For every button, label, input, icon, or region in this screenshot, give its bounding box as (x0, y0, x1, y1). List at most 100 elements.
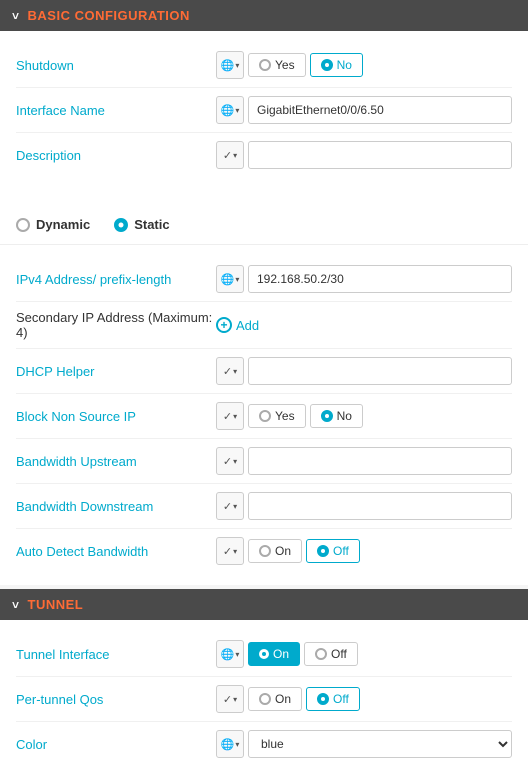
auto-detect-on-label: On (275, 544, 291, 558)
tunnel-chevron[interactable]: ˅ (12, 598, 20, 612)
chevron-down-icon-8: ▾ (233, 502, 237, 511)
dynamic-radio (16, 218, 30, 232)
block-non-source-row: Block Non Source IP ✓ ▾ Yes No (16, 394, 512, 439)
chevron-down-icon-6: ▾ (233, 412, 237, 421)
per-tunnel-qos-label: Per-tunnel Qos (16, 692, 216, 707)
tunnel-on-radio (259, 649, 269, 659)
shutdown-controls: 🌐 ▾ Yes No (216, 51, 512, 79)
globe-icon-2: 🌐 (221, 104, 235, 117)
tunnel-interface-controls: 🌐 ▾ On Off (216, 640, 512, 668)
per-tunnel-off-radio (317, 693, 329, 705)
per-tunnel-off-label: Off (333, 692, 349, 706)
tunnel-interface-globe-btn[interactable]: 🌐 ▾ (216, 640, 244, 668)
per-tunnel-qos-controls: ✓ ▾ On Off (216, 685, 512, 713)
tunnel-body: Tunnel Interface 🌐 ▾ On Off Per-tunnel Q… (0, 620, 528, 778)
interface-globe-btn[interactable]: 🌐 ▾ (216, 96, 244, 124)
auto-detect-check-btn[interactable]: ✓ ▾ (216, 537, 244, 565)
block-no-label: No (337, 409, 352, 423)
tunnel-interface-row: Tunnel Interface 🌐 ▾ On Off (16, 632, 512, 677)
tunnel-on-label: On (273, 647, 289, 661)
block-yes-option[interactable]: Yes (248, 404, 306, 428)
block-no-option[interactable]: No (310, 404, 363, 428)
block-yes-label: Yes (275, 409, 295, 423)
per-tunnel-check-btn[interactable]: ✓ ▾ (216, 685, 244, 713)
bw-upstream-check-btn[interactable]: ✓ ▾ (216, 447, 244, 475)
bw-upstream-label: Bandwidth Upstream (16, 454, 216, 469)
bw-downstream-check-btn[interactable]: ✓ ▾ (216, 492, 244, 520)
per-tunnel-off-option[interactable]: Off (306, 687, 360, 711)
color-controls: 🌐 ▾ blue red green yellow (216, 730, 512, 758)
shutdown-no-option[interactable]: No (310, 53, 363, 77)
chevron-down-icon-3: ▾ (233, 151, 237, 160)
description-input[interactable] (248, 141, 512, 169)
interface-name-input[interactable] (248, 96, 512, 124)
secondary-ip-controls: + Add (216, 317, 512, 333)
per-tunnel-qos-row: Per-tunnel Qos ✓ ▾ On Off (16, 677, 512, 722)
per-tunnel-on-option[interactable]: On (248, 687, 302, 711)
bw-downstream-label: Bandwidth Downstream (16, 499, 216, 514)
block-non-source-label: Block Non Source IP (16, 409, 216, 424)
shutdown-yes-option[interactable]: Yes (248, 53, 306, 77)
auto-detect-row: Auto Detect Bandwidth ✓ ▾ On Off (16, 529, 512, 573)
block-non-source-controls: ✓ ▾ Yes No (216, 402, 512, 430)
dhcp-check-btn[interactable]: ✓ ▾ (216, 357, 244, 385)
check-icon-2: ✓ (223, 365, 232, 378)
ipv4-input[interactable] (248, 265, 512, 293)
auto-detect-on-option[interactable]: On (248, 539, 302, 563)
static-config-body: IPv4 Address/ prefix-length 🌐 ▾ Secondar… (0, 245, 528, 585)
dhcp-helper-input[interactable] (248, 357, 512, 385)
basic-config-title: BASIC CONFIGURATION (28, 8, 190, 23)
shutdown-globe-btn[interactable]: 🌐 ▾ (216, 51, 244, 79)
chevron-down-icon-11: ▾ (233, 695, 237, 704)
interface-name-controls: 🌐 ▾ (216, 96, 512, 124)
chevron-down-icon-7: ▾ (233, 457, 237, 466)
add-secondary-ip-btn[interactable]: + Add (216, 317, 259, 333)
basic-config-body: Shutdown 🌐 ▾ Yes No Interface Name 🌐 ▾ (0, 31, 528, 189)
static-mode-option[interactable]: Static (114, 217, 169, 232)
tunnel-title: TUNNEL (28, 597, 84, 612)
dhcp-helper-label: DHCP Helper (16, 364, 216, 379)
chevron-down-icon: ▾ (235, 61, 239, 70)
tunnel-header: ˅ TUNNEL (0, 589, 528, 620)
bw-upstream-input[interactable] (248, 447, 512, 475)
color-label: Color (16, 737, 216, 752)
per-tunnel-on-radio (259, 693, 271, 705)
check-icon-5: ✓ (223, 500, 232, 513)
tunnel-off-label: Off (331, 647, 347, 661)
bw-downstream-input[interactable] (248, 492, 512, 520)
auto-detect-off-option[interactable]: Off (306, 539, 360, 563)
color-row: Color 🌐 ▾ blue red green yellow (16, 722, 512, 766)
check-icon-4: ✓ (223, 455, 232, 468)
globe-icon-3: 🌐 (221, 273, 235, 286)
basic-config-chevron[interactable]: ˅ (12, 9, 20, 23)
static-label: Static (134, 217, 169, 232)
divider-1 (0, 189, 528, 205)
dhcp-helper-row: DHCP Helper ✓ ▾ (16, 349, 512, 394)
tunnel-interface-label: Tunnel Interface (16, 647, 216, 662)
check-icon: ✓ (223, 149, 232, 162)
add-icon: + (216, 317, 232, 333)
ipv4-globe-btn[interactable]: 🌐 ▾ (216, 265, 244, 293)
dynamic-mode-option[interactable]: Dynamic (16, 217, 90, 232)
block-check-btn[interactable]: ✓ ▾ (216, 402, 244, 430)
chevron-down-icon-12: ▾ (235, 740, 239, 749)
basic-config-header: ˅ BASIC CONFIGURATION (0, 0, 528, 31)
color-globe-btn[interactable]: 🌐 ▾ (216, 730, 244, 758)
tunnel-on-option[interactable]: On (248, 642, 300, 666)
add-label: Add (236, 318, 259, 333)
check-icon-6: ✓ (223, 545, 232, 558)
bw-downstream-controls: ✓ ▾ (216, 492, 512, 520)
description-label: Description (16, 148, 216, 163)
tunnel-off-option[interactable]: Off (304, 642, 358, 666)
auto-detect-off-label: Off (333, 544, 349, 558)
block-no-radio (321, 410, 333, 422)
description-check-btn[interactable]: ✓ ▾ (216, 141, 244, 169)
description-controls: ✓ ▾ (216, 141, 512, 169)
tunnel-off-radio (315, 648, 327, 660)
description-row: Description ✓ ▾ (16, 133, 512, 177)
block-yes-radio (259, 410, 271, 422)
globe-icon-5: 🌐 (221, 738, 235, 751)
shutdown-no-radio (321, 59, 333, 71)
ipv4-row: IPv4 Address/ prefix-length 🌐 ▾ (16, 257, 512, 302)
color-select[interactable]: blue red green yellow (248, 730, 512, 758)
